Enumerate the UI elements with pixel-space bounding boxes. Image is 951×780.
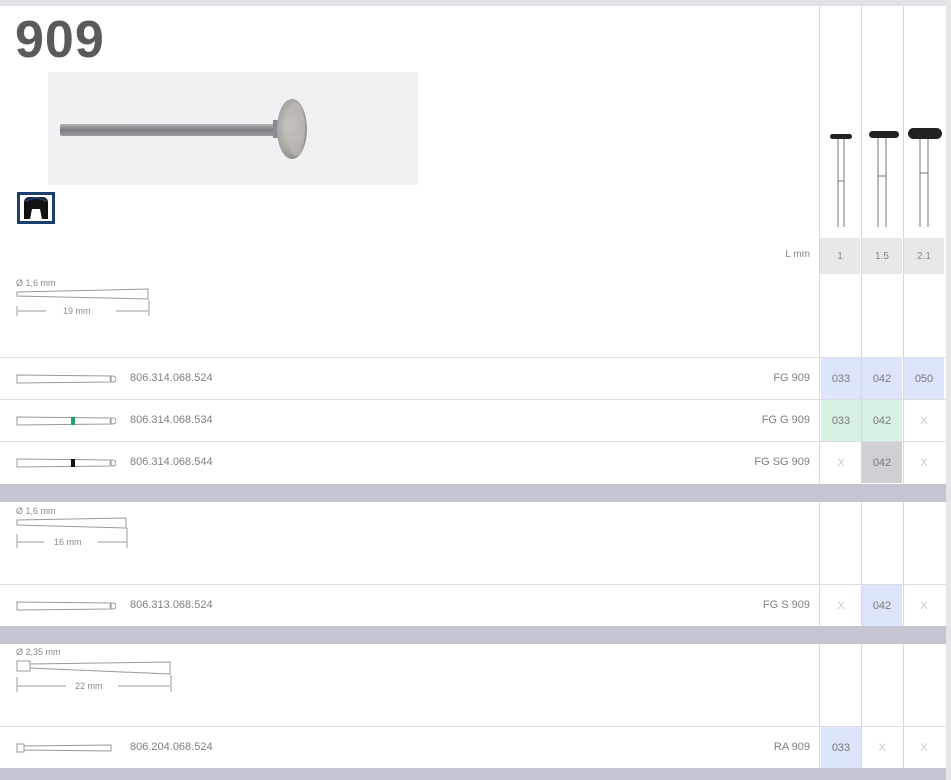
- table-row[interactable]: 806.204.068.524 RA 909 033 X X: [0, 726, 946, 768]
- article-code: 806.314.068.524: [130, 372, 213, 384]
- article-code: 806.313.068.524: [130, 599, 213, 611]
- table-row[interactable]: 806.314.068.544 FG SG 909 X 042 X: [0, 441, 946, 483]
- size-cell-unavailable: X: [920, 414, 928, 427]
- shank-dimension-drawing: Ø 2,35 mm 22 mm: [16, 647, 176, 695]
- product-card: 909 L mm 1 1.5 2.1 Ø 1,6 mm 19 mm 806.31…: [0, 0, 946, 780]
- table-row[interactable]: 806.314.068.524 FG 909 033 042 050: [0, 357, 946, 399]
- size-cell-unavailable: X: [920, 741, 928, 754]
- diamond-wheel-bur-photo: [48, 72, 418, 185]
- bur-profile-drawings: [830, 128, 942, 227]
- size-cell[interactable]: 050: [904, 358, 944, 399]
- article-name: RA 909: [773, 741, 810, 753]
- product-number: 909: [15, 11, 105, 69]
- table-row[interactable]: 806.313.068.524 FG S 909 X 042 X: [0, 584, 946, 626]
- article-code: 806.314.068.544: [130, 456, 213, 468]
- shank-icon: [16, 374, 116, 384]
- article-name: FG S 909: [762, 599, 810, 611]
- size-cell-unavailable: X: [837, 599, 845, 612]
- article-code: 806.204.068.524: [130, 741, 213, 753]
- shank-icon: [16, 458, 116, 468]
- length-cell: 1: [820, 238, 860, 274]
- table-row[interactable]: 806.314.068.534 FG G 909 033 042 X: [0, 399, 946, 441]
- size-cell[interactable]: 033: [821, 727, 861, 768]
- article-name: FG 909: [773, 372, 810, 384]
- size-cell-unavailable: X: [878, 741, 886, 754]
- size-cell[interactable]: 042: [862, 585, 902, 626]
- size-cell[interactable]: 042: [862, 400, 902, 441]
- size-cell[interactable]: 033: [821, 400, 861, 441]
- size-cell-unavailable: X: [920, 599, 928, 612]
- crown-prep-icon: [16, 191, 56, 225]
- shank-length: 16 mm: [54, 537, 82, 547]
- length-cell: 1.5: [862, 238, 902, 274]
- length-cell: 2.1: [904, 238, 944, 274]
- shank-icon: [16, 601, 116, 611]
- size-cell-unavailable: X: [920, 456, 928, 469]
- shank-length: 19 mm: [63, 306, 91, 316]
- group-separator: [0, 768, 946, 780]
- shank-dimension-drawing: Ø 1,6 mm 19 mm: [16, 278, 156, 322]
- article-name: FG G 909: [761, 414, 810, 426]
- length-row: L mm 1 1.5 2.1: [0, 238, 946, 274]
- size-cell[interactable]: 042: [862, 358, 902, 399]
- shank-length: 22 mm: [75, 681, 103, 691]
- shank-icon: [16, 743, 112, 753]
- shank-dimension-drawing: Ø 1,6 mm 16 mm: [16, 506, 136, 550]
- article-name: FG SG 909: [754, 456, 810, 468]
- group-separator: [0, 484, 946, 502]
- shank-icon: [16, 416, 116, 426]
- length-label: L mm: [785, 249, 810, 260]
- size-cell[interactable]: 042: [862, 442, 902, 483]
- size-cell-unavailable: X: [837, 456, 845, 469]
- group-separator: [0, 626, 946, 644]
- article-code: 806.314.068.534: [130, 414, 213, 426]
- size-cell[interactable]: 033: [821, 358, 861, 399]
